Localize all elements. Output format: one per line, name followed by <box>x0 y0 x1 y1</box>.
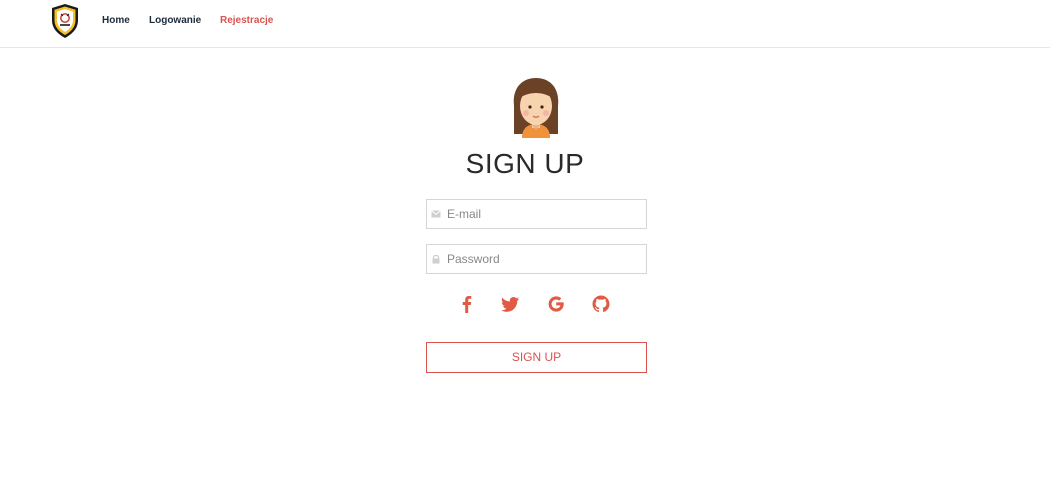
password-input[interactable] <box>447 245 642 273</box>
lock-icon <box>432 254 440 264</box>
email-field[interactable] <box>426 199 647 229</box>
facebook-icon <box>462 296 472 313</box>
nav-link-home[interactable]: Home <box>102 15 130 26</box>
avatar-icon <box>513 78 559 138</box>
signup-button[interactable]: SIGN UP <box>426 342 647 373</box>
github-login-button[interactable] <box>591 294 611 314</box>
github-icon <box>592 295 610 313</box>
email-input[interactable] <box>447 200 642 228</box>
envelope-icon <box>431 210 441 218</box>
shield-logo-icon[interactable] <box>50 3 80 39</box>
nav-link-register[interactable]: Rejestracje <box>220 15 273 26</box>
google-icon <box>548 296 564 312</box>
navbar: Home Logowanie Rejestracje <box>0 0 1050 48</box>
nav-link-login[interactable]: Logowanie <box>149 15 201 26</box>
page-title: SIGN UP <box>465 148 585 179</box>
twitter-login-button[interactable] <box>500 294 520 314</box>
twitter-icon <box>501 297 519 312</box>
password-field[interactable] <box>426 244 647 274</box>
facebook-login-button[interactable] <box>457 294 477 314</box>
google-login-button[interactable] <box>546 294 566 314</box>
